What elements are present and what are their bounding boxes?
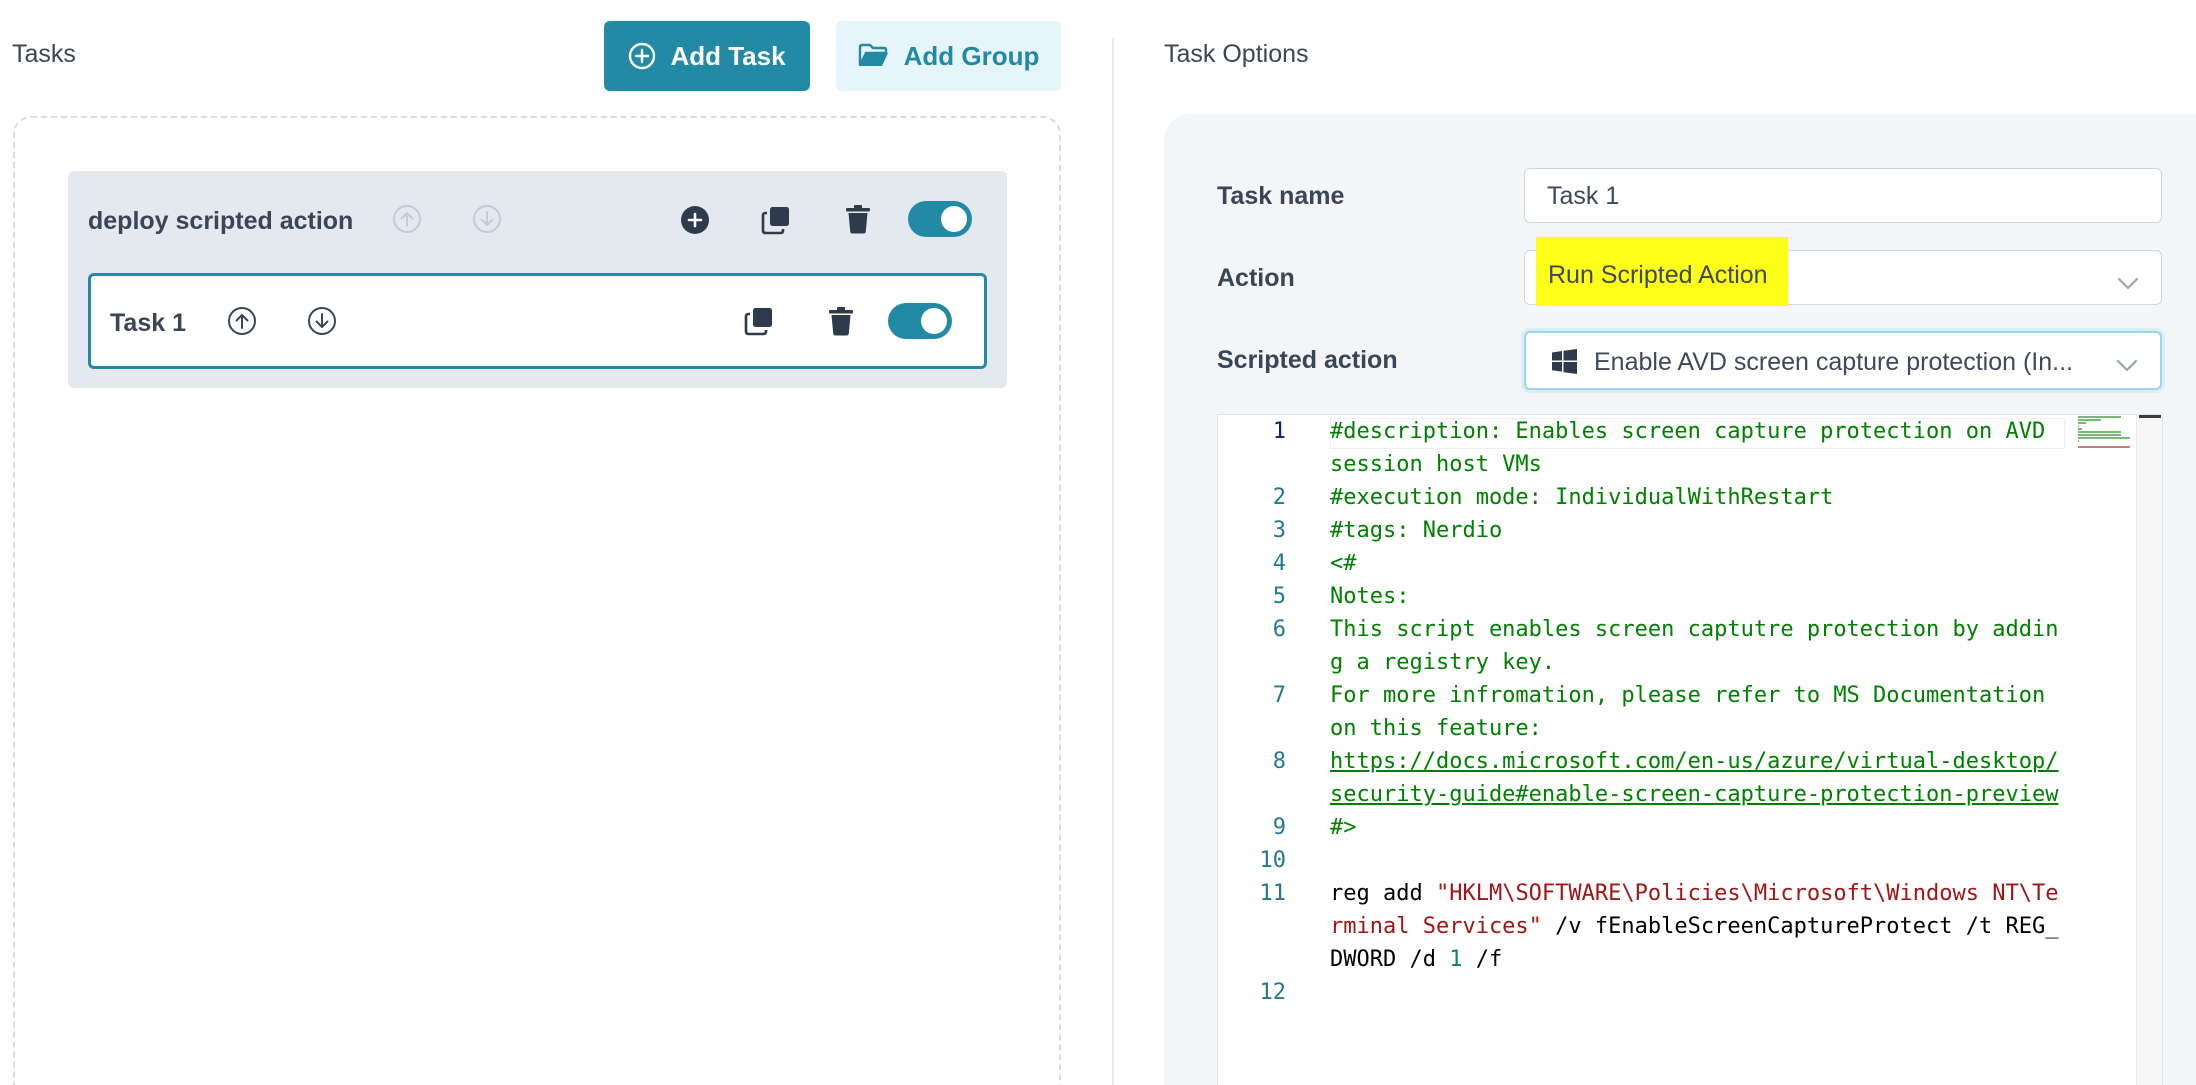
- code-line[interactable]: 12: [1218, 976, 2162, 1009]
- windows-icon: [1552, 349, 1577, 374]
- code-line[interactable]: 8 https://docs.microsoft.com/en-us/azure/…: [1218, 745, 2162, 811]
- minimap-line: [2078, 437, 2130, 439]
- chevron-down-icon: [2117, 269, 2139, 290]
- add-task-label: Add Task: [670, 40, 786, 71]
- line-number: 8: [1272, 749, 1286, 774]
- add-group-button[interactable]: Add Group: [836, 21, 1061, 91]
- folder-open-icon: [858, 43, 890, 69]
- minimap-line: [2078, 422, 2086, 424]
- minimap-line: [2078, 446, 2130, 448]
- code-token: 1: [1449, 947, 1463, 972]
- arrow-up-circle-icon: [391, 203, 423, 235]
- scripted-action-label: Scripted action: [1217, 346, 1398, 374]
- group-enabled-toggle[interactable]: [908, 201, 972, 237]
- minimap-line: [2078, 428, 2082, 430]
- task-name-field[interactable]: [1524, 168, 2162, 223]
- script-code-editor[interactable]: 1 #description: Enables screen capture pr…: [1217, 414, 2163, 1085]
- code-link[interactable]: https://docs.microsoft.com/en-us/azure/v…: [1330, 749, 2058, 807]
- code-line[interactable]: 11 reg add "HKLM\SOFTWARE\Policies\Micros…: [1218, 877, 2162, 976]
- code-text: #>: [1330, 811, 2063, 844]
- action-label: Action: [1217, 264, 1295, 292]
- arrow-down-circle-icon[interactable]: [306, 305, 338, 337]
- code-line[interactable]: 7 For more infromation, please refer to M…: [1218, 679, 2162, 745]
- add-group-label: Add Group: [903, 40, 1040, 71]
- scripted-action-selected-value: Enable AVD screen capture protection (In…: [1594, 348, 2073, 376]
- trash-icon[interactable]: [842, 202, 874, 236]
- code-line[interactable]: 4 <#: [1218, 547, 2162, 580]
- arrow-up-circle-icon[interactable]: [226, 305, 258, 337]
- line-number: 12: [1259, 980, 1287, 1005]
- task-name: Task 1: [110, 309, 186, 337]
- code-token: #tags: Nerdio: [1330, 518, 1503, 543]
- minimap-line: [2078, 434, 2121, 436]
- line-number: 6: [1272, 617, 1286, 642]
- task-options-title: Task Options: [1164, 40, 1309, 68]
- arrow-down-circle-icon: [471, 203, 503, 235]
- task-item[interactable]: Task 1: [88, 273, 987, 369]
- code-token: #execution mode: IndividualWithRestart: [1330, 485, 1834, 510]
- code-line[interactable]: 5 Notes:: [1218, 580, 2162, 613]
- minimap-line: [2078, 440, 2080, 442]
- code-token: For more infromation, please refer to MS…: [1330, 683, 2059, 741]
- code-token: <#: [1330, 551, 1357, 576]
- task-group[interactable]: deploy scripted action Task 1: [68, 171, 1007, 388]
- code-token: This script enables screen captutre prot…: [1330, 617, 2059, 675]
- add-task-button[interactable]: Add Task: [604, 21, 810, 91]
- code-text: reg add "HKLM\SOFTWARE\Policies\Microsof…: [1330, 877, 2063, 976]
- code-line[interactable]: 2 #execution mode: IndividualWithRestart: [1218, 481, 2162, 514]
- code-token: #>: [1330, 815, 1357, 840]
- task-enabled-toggle[interactable]: [888, 303, 952, 339]
- code-text: <#: [1330, 547, 2063, 580]
- code-line[interactable]: 3 #tags: Nerdio: [1218, 514, 2162, 547]
- line-number: 5: [1272, 584, 1286, 609]
- line-number: 7: [1272, 683, 1286, 708]
- line-number: 4: [1272, 551, 1286, 576]
- editor-vertical-scrollbar[interactable]: [2136, 415, 2162, 1085]
- action-select[interactable]: Run Scripted Action: [1524, 237, 2162, 306]
- code-token: reg add: [1330, 881, 1436, 906]
- minimap-line: [2078, 425, 2080, 427]
- code-text: Notes:: [1330, 580, 2063, 613]
- minimap-line: [2078, 416, 2121, 418]
- action-selected-value: Run Scripted Action: [1536, 237, 1788, 306]
- code-text: #execution mode: IndividualWithRestart: [1330, 481, 2063, 514]
- group-name: deploy scripted action: [88, 207, 354, 235]
- code-line[interactable]: 9 #>: [1218, 811, 2162, 844]
- code-text: #tags: Nerdio: [1330, 514, 2063, 547]
- line-number: 11: [1259, 881, 1287, 906]
- code-token: Notes:: [1330, 584, 1410, 609]
- editor-minimap[interactable]: [2074, 415, 2134, 1085]
- copy-icon[interactable]: [759, 203, 793, 237]
- line-number: 10: [1259, 848, 1287, 873]
- line-number: 9: [1272, 815, 1286, 840]
- task-name-label: Task name: [1217, 182, 1345, 210]
- code-line[interactable]: 10: [1218, 844, 2162, 877]
- task-name-input[interactable]: [1547, 182, 2107, 211]
- minimap-line: [2078, 431, 2122, 433]
- code-line[interactable]: 6 This script enables screen captutre pro…: [1218, 613, 2162, 679]
- line-number: 1: [1272, 419, 1286, 444]
- minimap-line: [2078, 419, 2101, 421]
- code-lines[interactable]: 1 #description: Enables screen capture pr…: [1218, 415, 2162, 1009]
- scrollbar-position-marker: [2139, 415, 2161, 418]
- copy-icon[interactable]: [742, 304, 776, 338]
- pane-divider: [1112, 38, 1114, 1085]
- code-token: /f: [1462, 947, 1503, 972]
- tasks-title: Tasks: [12, 40, 76, 68]
- code-text: This script enables screen captutre prot…: [1330, 613, 2063, 679]
- line-number: 2: [1272, 485, 1286, 510]
- plus-circle-icon: [628, 42, 656, 70]
- code-text: #description: Enables screen capture pro…: [1330, 415, 2063, 481]
- scripted-action-select[interactable]: Enable AVD screen capture protection (In…: [1524, 331, 2162, 390]
- trash-icon[interactable]: [825, 304, 857, 338]
- add-task-to-group-icon[interactable]: [679, 204, 711, 236]
- code-token: #description: Enables screen capture pro…: [1330, 419, 2059, 477]
- code-line[interactable]: 1 #description: Enables screen capture pr…: [1218, 415, 2162, 481]
- line-number: 3: [1272, 518, 1286, 543]
- chevron-down-icon: [2116, 351, 2138, 372]
- code-text: https://docs.microsoft.com/en-us/azure/v…: [1330, 745, 2063, 811]
- code-text: For more infromation, please refer to MS…: [1330, 679, 2063, 745]
